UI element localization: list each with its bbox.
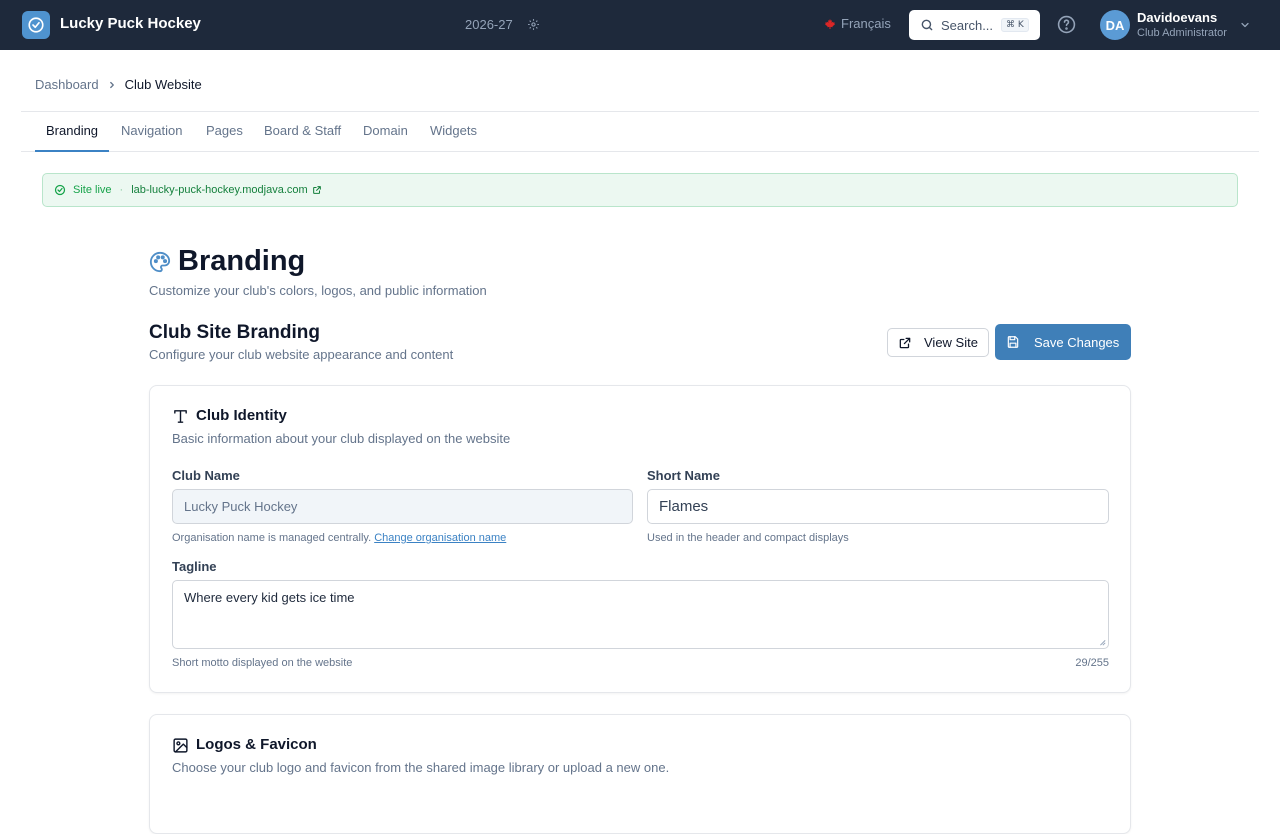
top-bar: Lucky Puck Hockey 2026-27 Français Searc… xyxy=(0,0,1280,50)
club-name-input[interactable]: Lucky Puck Hockey xyxy=(172,489,633,524)
view-site-button[interactable]: View Site xyxy=(887,328,989,357)
page-title: Branding xyxy=(178,245,306,277)
app-logo-icon[interactable] xyxy=(22,11,50,39)
user-role: Club Administrator xyxy=(1137,27,1227,39)
save-changes-button[interactable]: Save Changes xyxy=(995,324,1131,360)
chevron-right-icon xyxy=(109,81,114,88)
tagline-label: Tagline xyxy=(172,559,217,574)
type-icon xyxy=(174,410,187,423)
tab-bar: Branding Navigation Pages Board & Staff … xyxy=(21,111,1259,152)
club-name-label: Club Name xyxy=(172,468,240,483)
tab-board-staff[interactable]: Board & Staff xyxy=(264,112,341,152)
check-circle-icon xyxy=(54,184,66,196)
chevron-down-icon[interactable] xyxy=(1239,19,1251,31)
tagline-hint: Short motto displayed on the website xyxy=(172,657,353,669)
palette-icon xyxy=(149,251,171,273)
help-icon[interactable] xyxy=(1057,15,1076,34)
tab-pages[interactable]: Pages xyxy=(206,112,243,152)
page-subtitle: Customize your club's colors, logos, and… xyxy=(149,283,487,298)
section-title: Club Site Branding xyxy=(149,322,320,343)
breadcrumb-dashboard[interactable]: Dashboard xyxy=(35,77,99,92)
tab-branding[interactable]: Branding xyxy=(35,112,110,152)
status-separator: · xyxy=(119,184,124,196)
app-title[interactable]: Lucky Puck Hockey xyxy=(60,15,201,32)
view-site-label: View Site xyxy=(924,335,978,350)
search-icon xyxy=(921,19,933,31)
breadcrumb-current: Club Website xyxy=(124,77,202,92)
tagline-textarea[interactable]: Where every kid gets ice time xyxy=(172,580,1109,649)
section-subtitle: Configure your club website appearance a… xyxy=(149,347,454,362)
change-organisation-name-link[interactable]: Change organisation name xyxy=(374,532,506,544)
external-link-icon xyxy=(899,337,911,348)
logos-favicon-title: Logos & Favicon xyxy=(196,736,317,753)
image-icon xyxy=(173,738,188,753)
short-name-hint: Used in the header and compact displays xyxy=(647,532,849,544)
tab-widgets[interactable]: Widgets xyxy=(430,112,477,152)
tagline-char-count: 29/255 xyxy=(1075,657,1109,669)
short-name-label: Short Name xyxy=(647,468,720,483)
search-shortcut: ⌘ K xyxy=(1001,18,1029,32)
club-identity-card: Club Identity Basic information about yo… xyxy=(149,385,1131,693)
short-name-input[interactable]: Flames xyxy=(647,489,1109,524)
club-identity-title: Club Identity xyxy=(196,407,287,424)
avatar[interactable]: DA xyxy=(1100,10,1130,40)
tagline-value: Where every kid gets ice time xyxy=(184,590,355,605)
breadcrumb: Dashboard Club Website xyxy=(35,77,202,92)
club-identity-description: Basic information about your club displa… xyxy=(172,431,511,446)
site-live-label: Site live xyxy=(73,184,112,196)
user-name[interactable]: Davidoevans xyxy=(1137,10,1217,25)
external-link-icon[interactable] xyxy=(312,185,322,195)
tab-domain[interactable]: Domain xyxy=(363,112,408,152)
logos-favicon-description: Choose your club logo and favicon from t… xyxy=(172,760,670,775)
club-name-hint: Organisation name is managed centrally. … xyxy=(172,532,506,544)
save-changes-label: Save Changes xyxy=(1034,334,1120,350)
maple-leaf-icon xyxy=(825,18,835,29)
save-icon xyxy=(1007,336,1019,348)
season-label[interactable]: 2026-27 xyxy=(465,17,513,32)
language-label: Français xyxy=(841,16,891,31)
club-name-hint-text: Organisation name is managed centrally. xyxy=(172,532,372,544)
tab-navigation[interactable]: Navigation xyxy=(121,112,182,152)
search-button[interactable]: Search... ⌘ K xyxy=(909,10,1040,40)
gear-icon[interactable] xyxy=(527,18,540,31)
resize-grip-icon[interactable] xyxy=(1098,638,1106,646)
search-label: Search... xyxy=(941,17,994,33)
site-url-link[interactable]: lab-lucky-puck-hockey.modjava.com xyxy=(131,184,307,196)
logos-favicon-card: Logos & Favicon Choose your club logo an… xyxy=(149,714,1131,834)
site-live-banner: Site live · lab-lucky-puck-hockey.modjav… xyxy=(42,173,1238,207)
language-switch[interactable]: Français xyxy=(824,16,891,31)
